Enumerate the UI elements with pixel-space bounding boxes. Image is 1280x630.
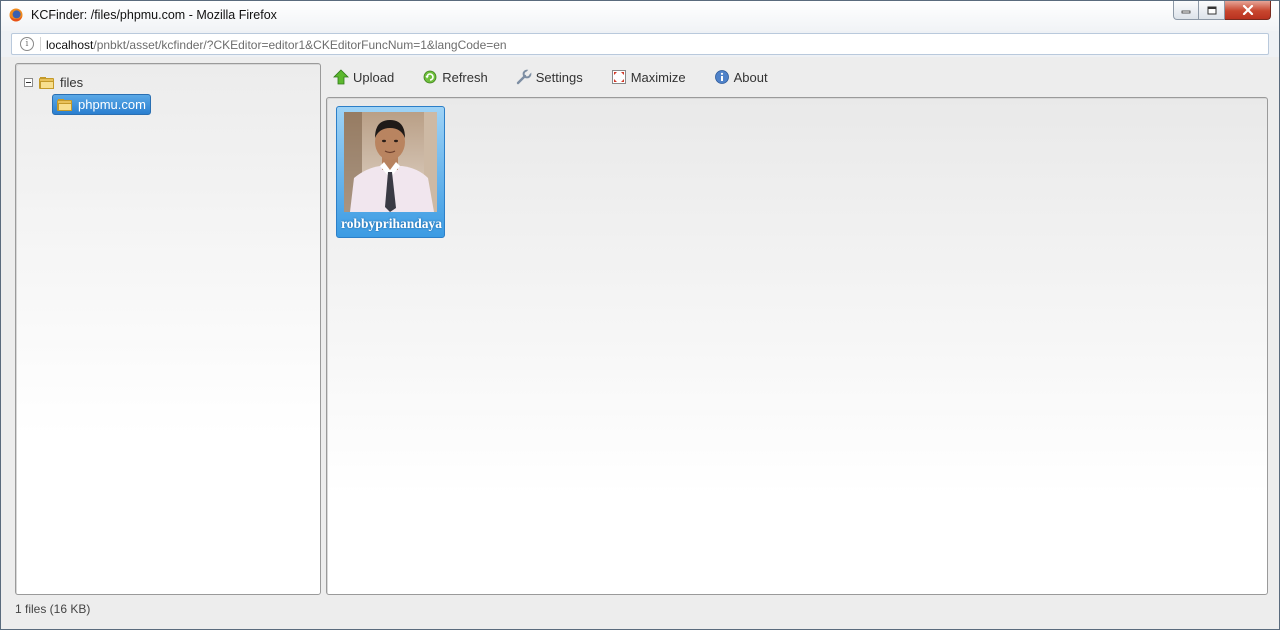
- title-bar: KCFinder: /files/phpmu.com - Mozilla Fir…: [1, 1, 1279, 31]
- refresh-label: Refresh: [442, 69, 488, 85]
- url-separator: [40, 37, 41, 51]
- collapse-toggle[interactable]: [24, 78, 33, 87]
- about-info-icon: [714, 70, 729, 84]
- folder-icon: [39, 76, 55, 89]
- tree-item-label: files: [60, 75, 84, 90]
- upload-button[interactable]: Upload: [327, 69, 394, 85]
- toolbar: Upload Refresh Settings Maximize About: [327, 65, 790, 89]
- about-label: About: [733, 69, 768, 85]
- url-bar[interactable]: i localhost/pnbkt/asset/kcfinder/?CKEdit…: [11, 33, 1269, 55]
- maximize-label: Maximize: [630, 69, 686, 85]
- firefox-icon: [9, 8, 23, 22]
- maximize-button[interactable]: Maximize: [605, 69, 686, 85]
- file-name: robbyprihandaya: [341, 216, 442, 231]
- minimize-button[interactable]: [1173, 1, 1199, 20]
- refresh-icon: [423, 70, 437, 84]
- url-path: /pnbkt/asset/kcfinder/?CKEditor=editor1&…: [93, 38, 507, 52]
- close-button[interactable]: [1225, 1, 1271, 20]
- folder-icon: [57, 98, 73, 111]
- restore-icon: [1207, 6, 1216, 14]
- about-button[interactable]: About: [708, 69, 768, 85]
- settings-button[interactable]: Settings: [510, 69, 583, 85]
- browser-window: KCFinder: /files/phpmu.com - Mozilla Fir…: [0, 0, 1280, 630]
- wrench-icon: [516, 69, 532, 85]
- window-title: KCFinder: /files/phpmu.com - Mozilla Fir…: [31, 8, 277, 22]
- tree-item-files[interactable]: files: [24, 75, 83, 90]
- close-icon: [1242, 5, 1253, 15]
- tree-item-phpmu-com[interactable]: phpmu.com: [52, 94, 151, 115]
- url-host: localhost: [46, 38, 94, 52]
- files-pane: robbyprihandaya: [326, 97, 1268, 595]
- refresh-button[interactable]: Refresh: [416, 69, 488, 85]
- file-item[interactable]: robbyprihandaya: [336, 106, 445, 238]
- upload-arrow-icon: [333, 69, 349, 85]
- status-bar: 1 files (16 KB): [15, 602, 91, 616]
- upload-label: Upload: [353, 69, 395, 85]
- tree-item-label: phpmu.com: [78, 97, 146, 112]
- window-controls: [1173, 1, 1271, 20]
- settings-label: Settings: [535, 69, 583, 85]
- minimize-icon: [1181, 10, 1191, 14]
- maximize-icon: [611, 70, 626, 84]
- folder-tree: files phpmu.com: [15, 63, 321, 595]
- info-icon[interactable]: i: [20, 37, 34, 51]
- kcfinder-app: files phpmu.com Upload Refresh Settings …: [1, 57, 1279, 629]
- url-text[interactable]: localhost/pnbkt/asset/kcfinder/?CKEditor…: [46, 38, 507, 52]
- file-thumbnail: [344, 112, 437, 212]
- restore-button[interactable]: [1199, 1, 1225, 20]
